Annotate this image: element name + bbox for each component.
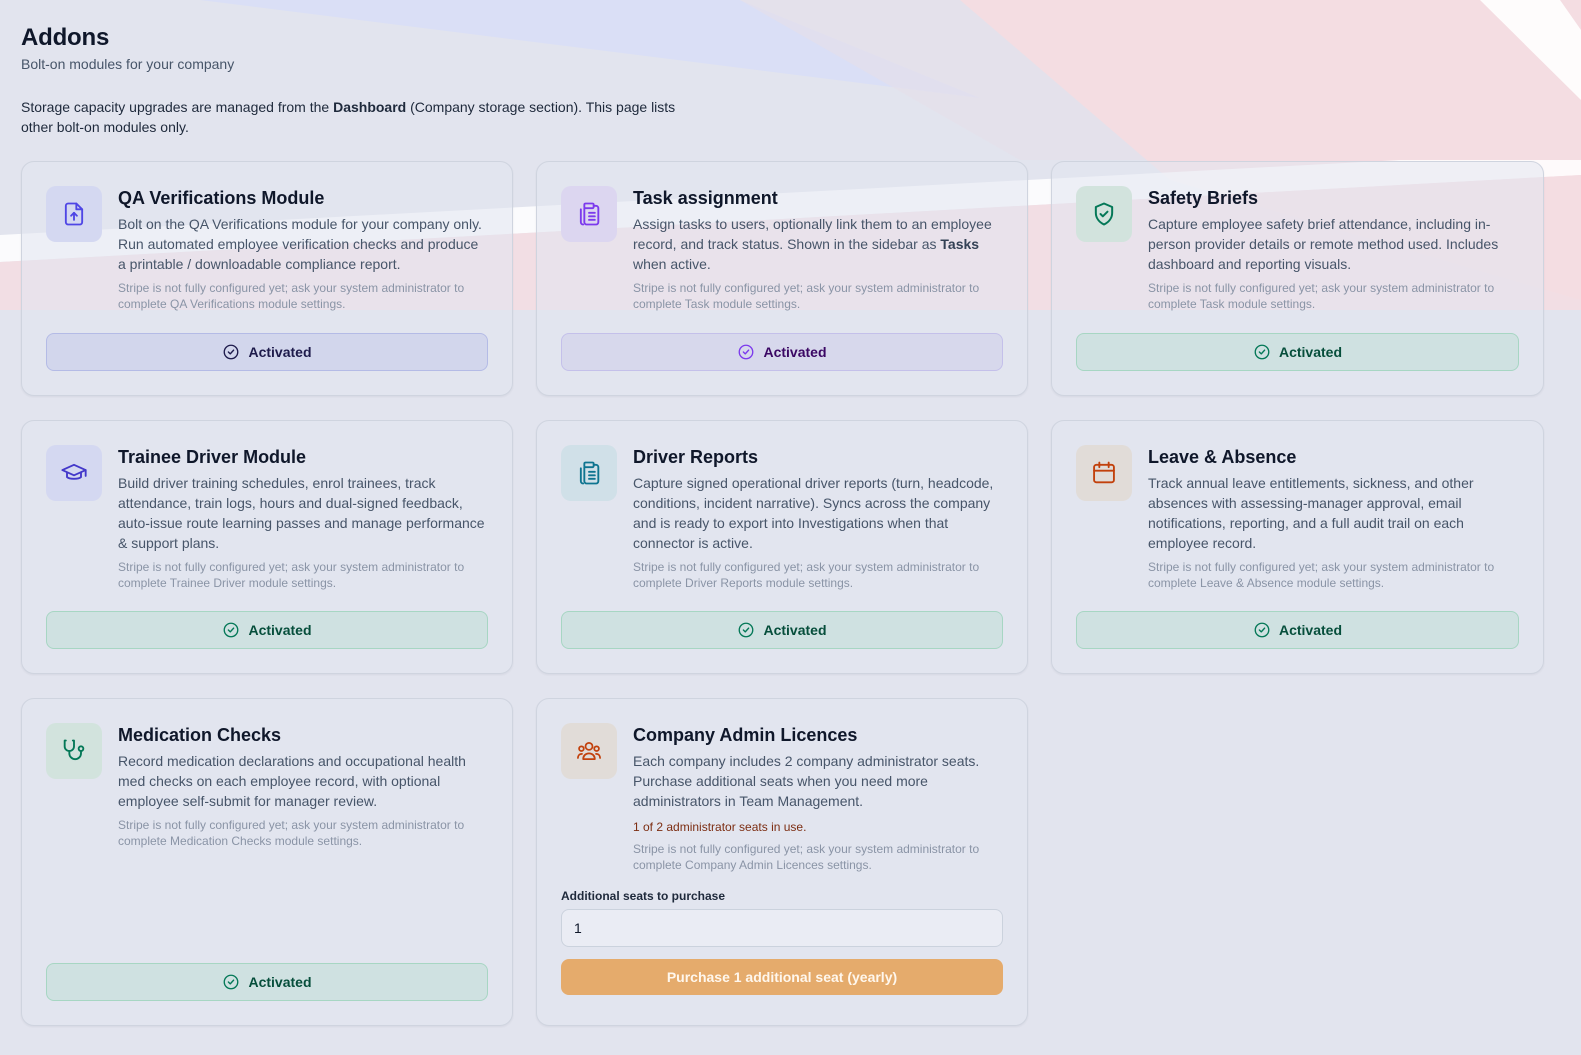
addon-title: Safety Briefs bbox=[1148, 188, 1259, 208]
addon-card-qa-verifications: QA Verifications Module Bolt on the QA V… bbox=[21, 161, 513, 396]
check-circle-icon bbox=[224, 974, 239, 990]
addon-card-company-admin-licences: Company Admin Licences Each company incl… bbox=[536, 698, 1028, 1026]
file-upload-icon bbox=[46, 186, 102, 242]
addon-title: Company Admin Licences bbox=[633, 725, 858, 745]
purchase-seat-button[interactable]: Purchase 1 additional seat (yearly) bbox=[561, 959, 1003, 995]
shield-check-icon bbox=[1076, 186, 1132, 242]
activated-button[interactable]: Activated bbox=[46, 333, 488, 371]
addon-card-leave-absence: Leave & Absence Track annual leave entit… bbox=[1051, 420, 1544, 674]
addon-title: Task assignment bbox=[633, 188, 778, 208]
activated-button[interactable]: Activated bbox=[1076, 333, 1519, 371]
addon-card-safety-briefs: Safety Briefs Capture employee safety br… bbox=[1051, 161, 1544, 396]
addon-description: Each company includes 2 company administ… bbox=[633, 753, 980, 809]
activated-button[interactable]: Activated bbox=[1076, 611, 1519, 649]
addon-title: Trainee Driver Module bbox=[118, 447, 307, 467]
clipboard-copy-icon bbox=[561, 445, 617, 501]
seats-in-use-status: 1 of 2 administrator seats in use. bbox=[633, 820, 807, 834]
activated-button[interactable]: Activated bbox=[46, 963, 488, 1001]
addon-card-trainee-driver: Trainee Driver Module Build driver train… bbox=[21, 420, 513, 674]
stripe-note: Stripe is not fully configured yet; ask … bbox=[633, 842, 980, 872]
activated-button[interactable]: Activated bbox=[561, 611, 1003, 649]
addon-card-task-assignment: Task assignment Assign tasks to users, o… bbox=[536, 161, 1028, 396]
page-subtitle: Bolt-on modules for your company bbox=[21, 56, 235, 72]
activated-button[interactable]: Activated bbox=[561, 333, 1003, 371]
addon-description: Capture signed operational driver report… bbox=[633, 475, 994, 551]
addon-description: Assign tasks to users, optionally link t… bbox=[633, 216, 992, 272]
stethoscope-icon bbox=[46, 723, 102, 779]
additional-seats-input[interactable]: 1 bbox=[561, 909, 1003, 947]
addon-description: Capture employee safety brief attendance… bbox=[1148, 216, 1499, 272]
check-circle-icon bbox=[739, 622, 754, 638]
page-title: Addons bbox=[21, 24, 110, 51]
stripe-note: Stripe is not fully configured yet; ask … bbox=[118, 818, 465, 848]
stripe-note: Stripe is not fully configured yet; ask … bbox=[1148, 560, 1495, 590]
stripe-note: Stripe is not fully configured yet; ask … bbox=[118, 560, 465, 590]
stripe-note: Stripe is not fully configured yet; ask … bbox=[118, 281, 465, 311]
calendar-icon bbox=[1076, 445, 1132, 501]
check-circle-icon bbox=[224, 622, 239, 638]
stripe-note: Stripe is not fully configured yet; ask … bbox=[1148, 281, 1495, 311]
addon-grid: QA Verifications Module Bolt on the QA V… bbox=[21, 161, 1560, 1026]
addon-description: Build driver training schedules, enrol t… bbox=[118, 475, 485, 551]
addon-description: Track annual leave entitlements, sicknes… bbox=[1148, 475, 1474, 551]
users-icon bbox=[561, 723, 617, 779]
addon-title: QA Verifications Module bbox=[118, 188, 325, 208]
addon-title: Leave & Absence bbox=[1148, 447, 1297, 467]
dashboard-ref: Dashboard bbox=[333, 99, 407, 115]
addons-page: Addons Bolt-on modules for your company … bbox=[0, 0, 1581, 1026]
check-circle-icon bbox=[1254, 344, 1270, 360]
clipboard-list-icon bbox=[561, 186, 617, 242]
activated-button[interactable]: Activated bbox=[46, 611, 488, 649]
addon-title: Medication Checks bbox=[118, 725, 282, 745]
stripe-note: Stripe is not fully configured yet; ask … bbox=[633, 281, 980, 311]
addon-card-medication-checks: Medication Checks Record medication decl… bbox=[21, 698, 513, 1026]
graduation-cap-icon bbox=[46, 445, 102, 501]
addon-card-driver-reports: Driver Reports Capture signed operationa… bbox=[536, 420, 1028, 674]
addon-title: Driver Reports bbox=[633, 447, 759, 467]
stripe-note: Stripe is not fully configured yet; ask … bbox=[633, 560, 980, 590]
check-circle-icon bbox=[1254, 622, 1270, 638]
check-circle-icon bbox=[224, 344, 239, 360]
storage-notice: Storage capacity upgrades are managed fr… bbox=[21, 99, 676, 135]
additional-seats-label: Additional seats to purchase bbox=[561, 889, 726, 903]
addon-description: Record medication declarations and occup… bbox=[118, 753, 466, 809]
addon-description: Bolt on the QA Verifications module for … bbox=[118, 216, 482, 272]
check-circle-icon bbox=[739, 344, 754, 360]
